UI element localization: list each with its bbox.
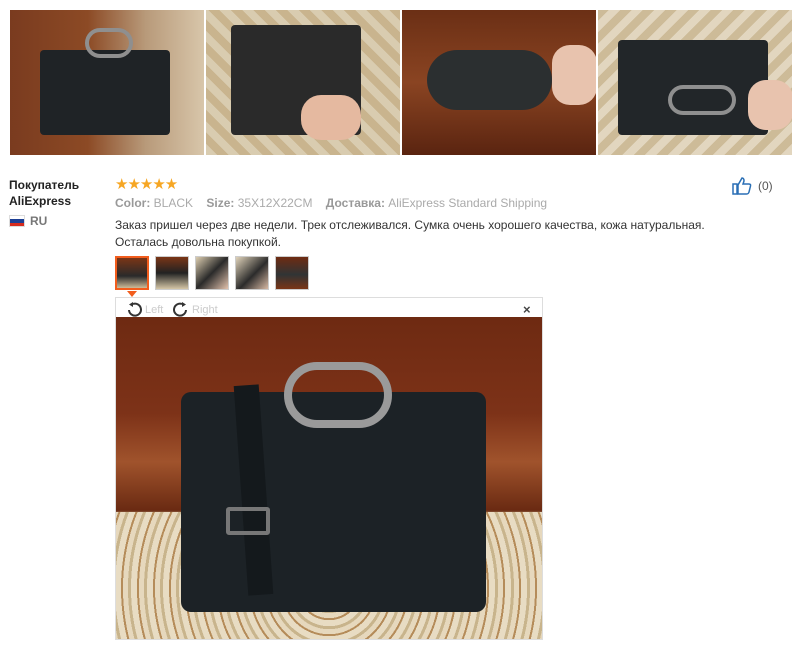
color-label: Color: — [115, 196, 151, 210]
rotate-right-icon — [173, 302, 187, 317]
review-photo-strip — [10, 10, 792, 155]
rotate-left-button[interactable]: Left — [125, 302, 163, 318]
order-meta: Color: BLACK Size: 35X12X22CM Доставка: … — [115, 196, 557, 210]
enlarged-review-photo — [116, 317, 542, 639]
color-value: BLACK — [153, 196, 194, 210]
rotate-right-label: Right — [192, 304, 218, 316]
rotate-left-label: Left — [145, 304, 164, 316]
size-label: Size: — [206, 196, 235, 210]
country-code: RU — [30, 214, 48, 228]
review-photo-4[interactable] — [598, 10, 792, 155]
delivery-label: Доставка: — [325, 196, 385, 210]
close-viewer-button[interactable]: × — [523, 302, 531, 317]
review-photo-1[interactable] — [10, 10, 204, 155]
thumbnail-4[interactable] — [235, 256, 269, 290]
thumbnail-5[interactable] — [275, 256, 309, 290]
thumbnail-3[interactable] — [195, 256, 229, 290]
review-photo-3[interactable] — [402, 10, 596, 155]
thumbnail-1[interactable] — [115, 256, 149, 290]
review-text: Заказ пришел через две недели. Трек отсл… — [115, 218, 705, 249]
helpful-count: (0) — [758, 179, 773, 193]
size-value: 35X12X22CM — [237, 196, 313, 210]
review-photo-2[interactable] — [206, 10, 400, 155]
thumbnail-2[interactable] — [155, 256, 189, 290]
reviewer-name: Покупатель AliExpress — [9, 178, 80, 208]
rotate-right-button[interactable]: Right — [172, 302, 218, 318]
rotate-left-icon — [128, 302, 142, 317]
reviewer-country: RU — [9, 214, 47, 228]
thumbs-up-icon — [732, 177, 752, 195]
helpful-button[interactable]: (0) — [732, 177, 773, 195]
star-rating: ★★★★★ — [115, 176, 178, 193]
russia-flag-icon — [9, 215, 25, 227]
review-thumbnails — [115, 256, 309, 290]
delivery-value: AliExpress Standard Shipping — [388, 196, 548, 210]
